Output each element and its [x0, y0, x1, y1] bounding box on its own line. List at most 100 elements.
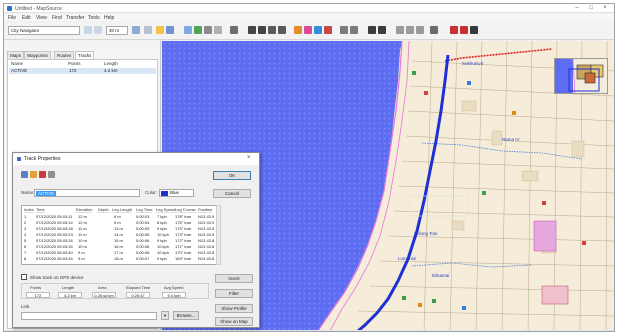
dialog-title: Track Properties	[24, 156, 61, 162]
filter-button[interactable]: Filter	[215, 289, 253, 298]
browse-button[interactable]: Browse...	[173, 311, 199, 320]
column-header-elevation[interactable]: Elevation	[76, 206, 93, 213]
layers-icon[interactable]	[406, 26, 414, 34]
track-name-input[interactable]: ACTIVE	[34, 189, 140, 197]
zoom-in-icon[interactable]	[84, 26, 92, 34]
link-input[interactable]	[21, 312, 157, 320]
map-product-select[interactable]: City Navigator	[8, 26, 80, 35]
stat-header-avg-speed: Avg Speed	[164, 285, 184, 290]
column-header-leg-time[interactable]: Leg Time	[136, 206, 153, 213]
map-label: Khlong Toei	[414, 231, 438, 236]
maximize-button[interactable]: □	[584, 4, 598, 13]
stat-header-length: Length	[62, 285, 75, 290]
menu-help[interactable]: Help	[104, 15, 114, 21]
save-icon[interactable]	[166, 26, 174, 34]
building-blocks	[451, 100, 585, 254]
track-tool-icon[interactable]	[214, 26, 222, 34]
overview-icon[interactable]	[416, 26, 424, 34]
invert-button[interactable]: Invert	[215, 274, 253, 283]
dialog-close-icon[interactable]: ×	[247, 155, 251, 161]
column-header-position[interactable]: Position	[198, 206, 213, 213]
menu-find[interactable]: Find	[52, 15, 62, 21]
zoom-scale-select[interactable]: 30 m	[106, 26, 128, 35]
details-icon[interactable]	[340, 26, 348, 34]
ok-button[interactable]: OK	[213, 171, 251, 180]
hand-tool-icon[interactable]	[132, 26, 140, 34]
menu-tools[interactable]: Tools	[88, 15, 100, 21]
map-detail-icon[interactable]	[396, 26, 404, 34]
undo-icon[interactable]	[368, 26, 376, 34]
stat-elapsed-time: 0:26:47	[126, 292, 150, 298]
insert-point-icon[interactable]	[30, 171, 37, 178]
redo-icon[interactable]	[378, 26, 386, 34]
send-to-device-icon[interactable]	[258, 26, 266, 34]
show-profile-button[interactable]: Show Profile	[215, 304, 253, 313]
stat-header-points: Points	[30, 285, 42, 290]
column-header-time[interactable]: Time	[36, 206, 45, 213]
help-icon[interactable]	[430, 26, 438, 34]
tab-waypoints[interactable]: Waypoints	[24, 51, 51, 59]
tab-routes[interactable]: Routes	[54, 51, 75, 59]
minimize-button[interactable]: –	[570, 4, 584, 13]
receive-from-device-icon[interactable]	[248, 26, 256, 34]
select-tool-icon[interactable]	[144, 26, 152, 34]
column-header-leg-length[interactable]: Leg Length	[112, 206, 133, 213]
flag-red-2-icon[interactable]	[460, 26, 468, 34]
profile-icon[interactable]	[350, 26, 358, 34]
tab-maps[interactable]: Maps	[7, 51, 25, 59]
print-icon[interactable]	[278, 26, 286, 34]
cell-position: N13 43.8	[198, 256, 215, 261]
column-header-points[interactable]: Points	[68, 61, 81, 66]
column-header-leg-course[interactable]: Leg Course	[175, 206, 196, 213]
close-button[interactable]: ×	[598, 4, 612, 13]
split-track-icon[interactable]	[48, 171, 55, 178]
mapsource-window: Untitled - MapSource – □ × File Edit Vie…	[3, 3, 615, 332]
menu-view[interactable]: View	[36, 15, 47, 21]
track-name: ACTIVE	[11, 68, 28, 73]
dialog-title-bar: Track Properties ×	[13, 153, 259, 165]
show-on-gps-checkbox[interactable]	[21, 274, 27, 280]
column-header-length[interactable]: Length	[104, 61, 118, 66]
column-header-name[interactable]: Name	[11, 61, 23, 66]
stat-header-area: Area	[98, 285, 107, 290]
column-header-depth[interactable]: Depth	[98, 206, 109, 213]
link-dropdown-button[interactable]: ▾	[161, 311, 169, 320]
delete-point-icon[interactable]	[39, 171, 46, 178]
name-label: Name:	[21, 190, 35, 195]
zoom-tool-icon[interactable]	[184, 26, 192, 34]
color-select[interactable]: Blue	[159, 189, 194, 197]
table-scrollbar[interactable]	[216, 205, 221, 265]
list-item[interactable]: ACTIVE 172 4.2 km	[9, 68, 156, 74]
toolbar: City Navigator 30 m	[4, 22, 614, 40]
waypoint-tool-icon[interactable]	[194, 26, 202, 34]
menu-transfer[interactable]: Transfer	[66, 15, 84, 21]
find-address-icon[interactable]	[304, 26, 312, 34]
find-nearest-icon[interactable]	[324, 26, 332, 34]
zoom-out-icon[interactable]	[94, 26, 102, 34]
table-row[interactable]: 8 07/12/2020 05:03:46 9 m 18 m 0:00:07 9…	[22, 256, 220, 262]
cell-index: 8	[24, 256, 27, 261]
track-stats: Points Length Area Elapsed Time Avg Spee…	[21, 283, 209, 299]
app-icon	[7, 6, 12, 11]
map-sets-icon[interactable]	[268, 26, 276, 34]
flag-dark-icon[interactable]	[470, 26, 478, 34]
overview-map[interactable]	[554, 58, 608, 94]
column-header-index[interactable]: Index	[24, 206, 34, 213]
measure-tool-icon[interactable]	[230, 26, 238, 34]
track-length: 4.2 km	[104, 68, 118, 73]
column-header-leg-speed[interactable]: Leg Speed	[156, 206, 176, 213]
canal-line-2	[411, 262, 533, 268]
show-on-map-button[interactable]: Show on Map	[215, 317, 253, 326]
menu-file[interactable]: File	[8, 15, 16, 21]
stat-avg-speed: 9.4 kph	[162, 292, 186, 298]
find-places-icon[interactable]	[294, 26, 302, 34]
folder-open-icon[interactable]	[156, 26, 164, 34]
route-tool-icon[interactable]	[204, 26, 212, 34]
tab-tracks[interactable]: Tracks	[75, 51, 95, 59]
zoom-to-track-icon[interactable]	[21, 171, 28, 178]
cancel-button[interactable]: Cancel	[213, 189, 251, 198]
cell-leg-time: 0:00:07	[136, 256, 150, 261]
flag-red-icon[interactable]	[450, 26, 458, 34]
find-intersection-icon[interactable]	[314, 26, 322, 34]
menu-edit[interactable]: Edit	[22, 15, 31, 21]
